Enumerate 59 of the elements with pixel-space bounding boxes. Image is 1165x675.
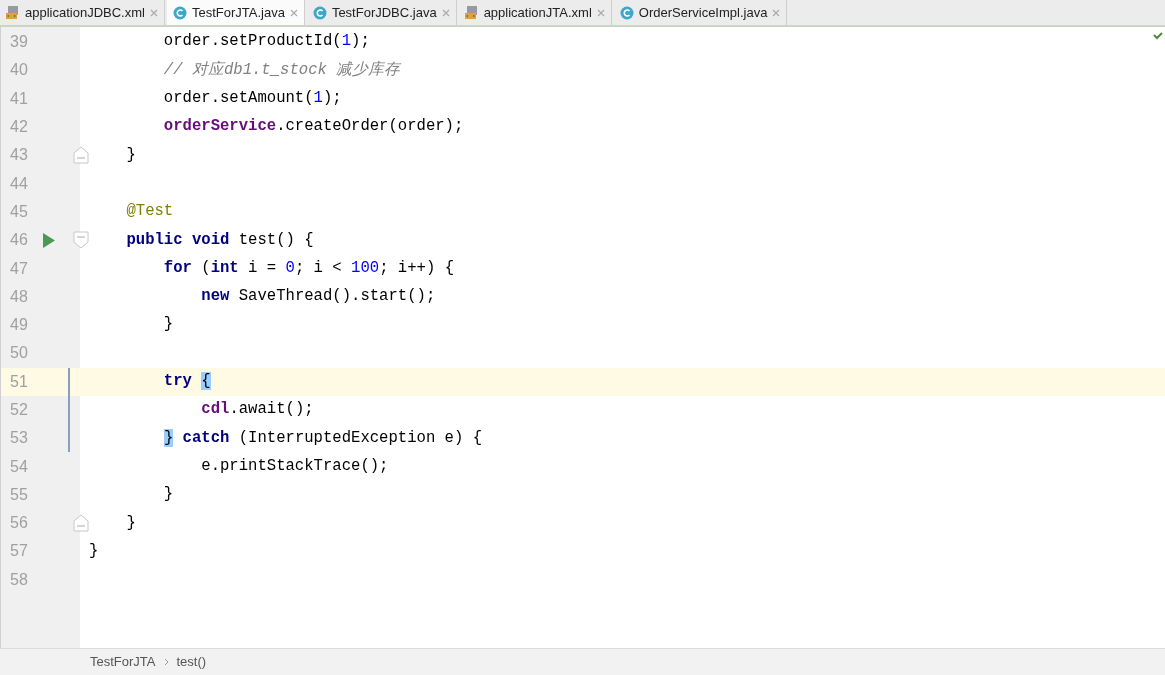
code-line: } [162,314,174,336]
run-icon[interactable] [43,232,55,248]
fold-icon[interactable] [73,146,89,165]
xml-file-icon [6,5,20,20]
check-icon[interactable] [1153,32,1163,40]
code-line: cdl.await(); [200,399,314,421]
fold-icon[interactable] [73,231,89,250]
chevron-icon [163,658,169,666]
code-line: } [89,540,99,562]
breadcrumb-item[interactable]: TestForJTA [90,652,156,672]
class-file-icon [172,5,187,20]
code-line: order.setProductId(1); [162,31,370,53]
xml-file-icon [464,5,479,20]
code-line: orderService.createOrder(order); [162,116,464,138]
class-file-icon [619,5,634,20]
line-number: 58 [10,569,28,590]
line-number: 56 [10,513,28,534]
change-marker[interactable] [68,424,70,453]
code-line: } catch (InterruptedException e) { [162,427,483,449]
line-number: 48 [10,286,28,307]
line-number: 40 [10,60,28,81]
code-line: @Test [125,201,174,223]
editor-tab[interactable]: TestForJTA.java [166,0,305,25]
line-number: 52 [10,400,28,420]
change-marker[interactable] [68,367,70,396]
line-number: 47 [10,258,28,279]
close-icon[interactable] [149,8,158,17]
line-number: 55 [10,484,28,505]
line-number: 44 [10,173,28,194]
line-number: 39 [10,32,28,53]
line-number: 43 [10,145,28,166]
breadcrumb-item[interactable]: test() [176,652,207,672]
fold-icon[interactable] [73,514,89,533]
line-number: 57 [10,541,28,562]
code-line: } [125,144,136,166]
code-line: } [125,512,136,534]
line-number: 53 [10,428,28,449]
line-number: 54 [10,456,28,477]
line-number: 50 [10,343,28,364]
close-icon[interactable] [596,8,605,17]
code-line: order.setAmount(1); [162,88,342,110]
code-line: // 对应db1.t_stock 减少库存 [162,59,401,81]
code-line: e.printStackTrace(); [200,455,389,477]
code-line: } [162,484,174,506]
line-number: 45 [10,201,28,222]
close-icon[interactable] [441,8,450,17]
code-line: try { [162,371,211,393]
code-line: new SaveThread().start(); [200,286,436,308]
close-icon[interactable] [772,8,781,17]
close-icon[interactable] [289,8,298,17]
line-number: 41 [10,88,28,109]
class-file-icon [312,5,327,20]
code-line: public void test() { [125,229,314,251]
code-line: for (int i = 0; i < 100; i++) { [162,257,454,279]
line-number: 42 [10,117,28,138]
line-number: 51 [10,371,28,392]
change-marker[interactable] [68,395,70,425]
line-number: 49 [10,315,28,336]
line-number: 46 [10,230,28,251]
